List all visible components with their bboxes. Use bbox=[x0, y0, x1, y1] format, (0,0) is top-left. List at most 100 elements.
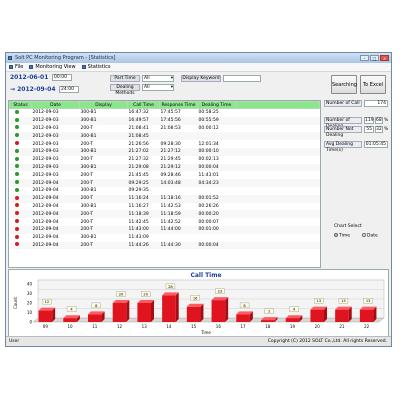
close-button[interactable]: × bbox=[380, 55, 389, 61]
y-tick-label: 10 bbox=[27, 310, 33, 315]
minimize-button[interactable]: – bbox=[360, 55, 369, 61]
call-cell: 11:16:27 bbox=[128, 203, 149, 209]
radio-date-indicator[interactable] bbox=[362, 233, 366, 237]
time-from[interactable]: 00:00 bbox=[52, 74, 72, 81]
x-tick-label: 11 bbox=[92, 324, 98, 329]
deal-cell: 00:58:25 bbox=[198, 110, 219, 116]
col-dealing-time[interactable]: Dealing Time bbox=[197, 101, 236, 109]
table-row[interactable]: 2012-09-04 200-T 11:16:24 11:18:16 00:01:52 bbox=[9, 194, 320, 203]
call-cell: 21:26:56 bbox=[128, 141, 149, 147]
col-status[interactable]: Status bbox=[9, 101, 32, 109]
number-dealing-label: Number of Dealing bbox=[324, 117, 362, 129]
number-dealing-pct: 68 bbox=[375, 117, 383, 124]
display-cell: 200-T bbox=[80, 125, 94, 131]
status-red-icon bbox=[14, 219, 19, 224]
date-cell: 2012-09-03 bbox=[32, 164, 59, 170]
part-time-select[interactable]: All ▾ bbox=[142, 75, 174, 82]
call-cell: 09:29:25 bbox=[128, 180, 149, 186]
deal-cell bbox=[198, 187, 236, 195]
table-row[interactable]: 2012-09-03 300-B1 21:27:02 21:27:12 00:00:10 bbox=[9, 147, 320, 156]
col-response-time[interactable]: Response Time bbox=[159, 101, 198, 109]
col-date[interactable]: Date bbox=[31, 101, 80, 109]
status-red-icon bbox=[14, 211, 19, 216]
date-cell: 2012-09-04 bbox=[32, 180, 59, 186]
table-row[interactable]: 2012-09-03 200-T 21:45:45 09:28:46 11:43:01 bbox=[10, 171, 320, 179]
table-row[interactable]: 2012-09-03 300-B1 16:47:32 17:45:57 00:58:25 bbox=[10, 109, 320, 117]
table-row[interactable]: 2012-09-04 200-T 11:18:39 11:18:59 00:00:20 bbox=[9, 210, 320, 219]
maximize-button[interactable]: □ bbox=[370, 55, 379, 61]
number-of-call-label: Number of Call bbox=[324, 100, 362, 107]
status-green-icon bbox=[14, 125, 19, 130]
avg-dealing-label: Avg Dealing Time(s) bbox=[324, 141, 362, 153]
call-cell: 21:45:45 bbox=[128, 172, 149, 178]
call-cell: 21:27:02 bbox=[128, 149, 149, 155]
avg-dealing-value: 01:05:45 bbox=[364, 141, 388, 148]
data-label: 20 bbox=[119, 293, 124, 297]
empty-cell bbox=[236, 148, 320, 156]
x-tick-label: 22 bbox=[364, 324, 370, 329]
date-from[interactable]: 2012-06-01 bbox=[10, 74, 48, 81]
table-row[interactable]: 2012-09-04 200-T 11:42:45 11:42:52 00:00:07 bbox=[10, 218, 320, 226]
display-keyword-input[interactable] bbox=[223, 75, 261, 82]
table-row[interactable]: 2012-09-04 300-B1 09:29:35 bbox=[10, 187, 320, 195]
table-row[interactable]: 2012-09-04 200-T 11:43:00 11:44:00 00:01:00 bbox=[9, 225, 320, 234]
empty-cell bbox=[236, 109, 320, 117]
menu-monitoring-view[interactable]: Monitoring View bbox=[29, 64, 76, 70]
date-cell: 2012-09-04 bbox=[32, 203, 59, 209]
deal-cell: 00:26:26 bbox=[198, 203, 219, 209]
table-row[interactable]: 2012-09-03 200-T 21:26:56 09:28:30 12:01:34 bbox=[10, 140, 320, 148]
chart-floor bbox=[32, 317, 385, 323]
time-to[interactable]: 24:00 bbox=[59, 86, 79, 93]
deal-cell: 12:01:34 bbox=[198, 141, 219, 147]
x-tick-label: 17 bbox=[241, 324, 247, 329]
chart-canvas: Call Time010203040CountTime1209410811201… bbox=[13, 272, 385, 335]
resp-cell: 21:29:12 bbox=[160, 164, 181, 170]
status-green-icon bbox=[14, 156, 19, 161]
resp-cell: 09:28:30 bbox=[160, 141, 181, 147]
status-red-icon bbox=[14, 242, 19, 247]
radio-time-label: Time bbox=[339, 233, 351, 239]
radio-time[interactable]: Time bbox=[334, 233, 350, 239]
menu-statistics[interactable]: Statistics bbox=[81, 64, 110, 70]
resp-cell: 11:44:00 bbox=[160, 227, 181, 233]
empty-cell bbox=[236, 179, 320, 187]
radio-time-indicator[interactable] bbox=[334, 233, 338, 237]
table-header-row: Status Date Display Call Time Response T… bbox=[9, 101, 320, 109]
col-call-time[interactable]: Call Time bbox=[127, 101, 160, 109]
status-green-icon bbox=[14, 133, 19, 138]
call-cell: 16:49:57 bbox=[128, 118, 149, 124]
menu-file[interactable]: File bbox=[9, 64, 23, 70]
table-row[interactable]: 2012-09-03 300-B1 16:49:57 17:45:56 00:55:59 bbox=[9, 116, 320, 125]
call-cell: 09:29:35 bbox=[128, 188, 149, 194]
date-cell: 2012-09-03 bbox=[32, 110, 59, 116]
display-cell: 200-T bbox=[80, 141, 94, 147]
table-row[interactable]: 2012-09-04 200-T 09:29:25 14:03:48 04:34:23 bbox=[9, 179, 320, 187]
date-to[interactable]: 2012-09-04 bbox=[17, 86, 55, 93]
table-row[interactable]: 2012-09-03 300-B1 21:29:08 21:29:12 00:00:04 bbox=[9, 163, 320, 172]
search-button[interactable]: Searching bbox=[331, 75, 357, 94]
deal-cell: 00:00:10 bbox=[198, 149, 219, 155]
table-row[interactable]: 2012-09-03 200-T 21:27:32 21:29:45 00:02:13 bbox=[10, 156, 320, 164]
deal-cell: 04:34:23 bbox=[198, 180, 219, 186]
empty-cell bbox=[236, 242, 320, 250]
display-cell: 300-B1 bbox=[80, 235, 97, 241]
table-row[interactable]: 2012-09-04 200-T 11:44:26 11:44:30 00:00:04 bbox=[9, 241, 320, 250]
dealing-methods-select[interactable]: All ▾ bbox=[142, 84, 174, 91]
pct-unit: % bbox=[384, 127, 389, 132]
call-cell: 21:08:45 bbox=[128, 133, 149, 139]
radio-date[interactable]: Date bbox=[362, 233, 378, 239]
table-row[interactable]: 2012-09-04 300-B1 11:43:09 bbox=[10, 234, 320, 242]
window-title: Solt PC Monitoring Program - [Statistics… bbox=[15, 55, 116, 61]
status-copyright: Copyright (C) 2012 SOLT Co.,Ltd. All rig… bbox=[267, 339, 387, 344]
call-cell: 11:16:24 bbox=[128, 196, 149, 202]
status-cell bbox=[10, 125, 32, 133]
table-row[interactable]: 2012-09-03 200-T 21:08:41 21:08:53 00:00:12 bbox=[10, 125, 320, 133]
date-cell: 2012-09-03 bbox=[32, 118, 59, 124]
resp-cell bbox=[160, 234, 198, 242]
deal-cell: 00:00:12 bbox=[198, 125, 219, 131]
table-row[interactable]: 2012-09-03 300-B1 21:08:45 bbox=[9, 132, 320, 141]
excel-button[interactable]: To Excel bbox=[360, 75, 386, 94]
table-row[interactable]: 2012-09-04 300-B1 11:16:27 11:42:53 00:26:26 bbox=[10, 203, 320, 211]
col-display[interactable]: Display bbox=[79, 101, 128, 109]
deal-cell: 00:55:59 bbox=[198, 118, 219, 124]
